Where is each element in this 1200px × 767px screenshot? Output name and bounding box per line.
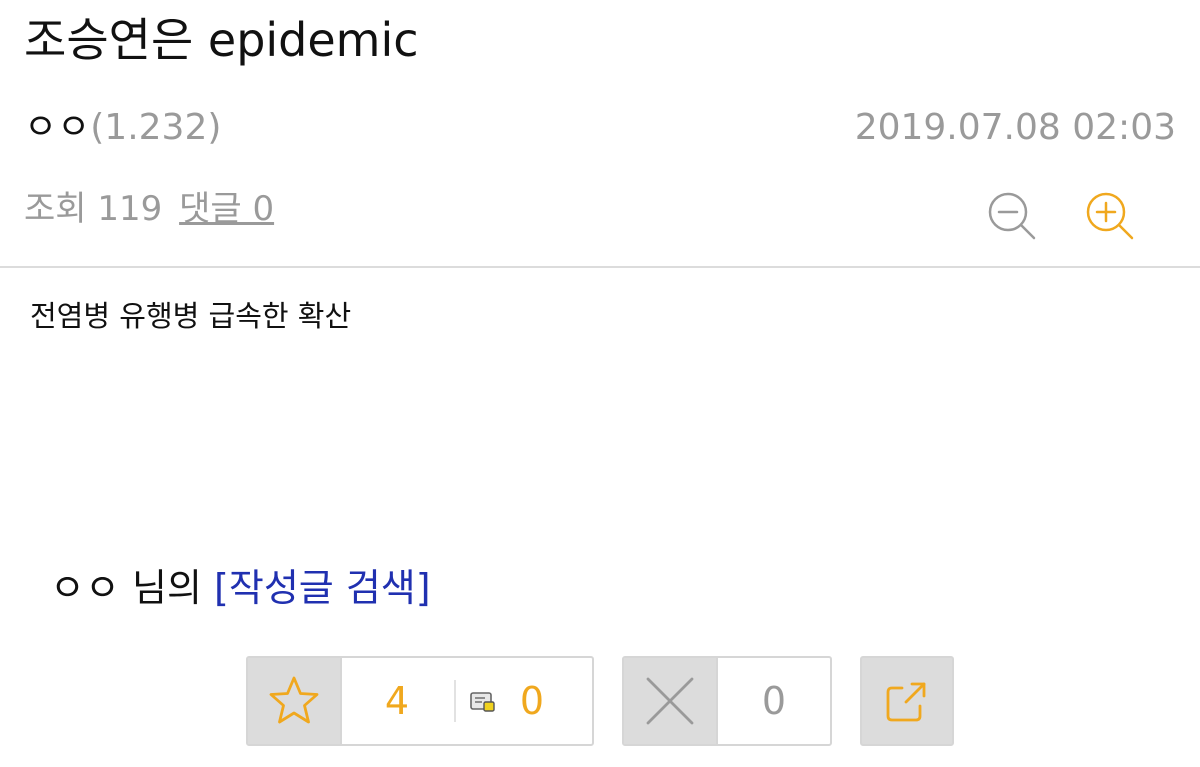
zoom-in-icon — [1086, 192, 1134, 240]
user-suffix: 님의 — [132, 566, 202, 610]
author-level: (1.232) — [90, 107, 222, 148]
oppose-button[interactable] — [624, 658, 718, 744]
post-content: 전염병 유행병 급속한 확산 — [30, 299, 352, 333]
post-stats: 조회 119 댓글 0 — [24, 186, 274, 232]
share-icon — [886, 682, 926, 722]
star-icon — [269, 676, 319, 724]
x-icon — [646, 677, 694, 725]
oppose-count: 0 — [761, 679, 787, 723]
scrap-count: 0 — [519, 679, 545, 723]
views-count: 조회 119 — [24, 189, 163, 229]
header-divider — [0, 266, 1200, 268]
author-name[interactable]: ㅇㅇ — [24, 107, 90, 148]
zoom-out-icon — [988, 192, 1036, 240]
recommend-count: 4 — [384, 679, 410, 723]
user-name: ㅇㅇ — [50, 566, 120, 610]
vote-separator — [454, 680, 456, 722]
recommend-box: 4 0 — [246, 656, 594, 746]
scrap-icon[interactable] — [470, 692, 496, 712]
post-title: 조승연은 epidemic — [24, 13, 419, 67]
search-posts-link[interactable]: [작성글 검색] — [214, 566, 431, 610]
author-info: ㅇㅇ(1.232) — [24, 104, 221, 152]
zoom-out-button[interactable] — [986, 190, 1038, 242]
zoom-in-button[interactable] — [1084, 190, 1136, 242]
comments-link[interactable]: 댓글 0 — [179, 189, 274, 229]
share-button[interactable] — [860, 656, 954, 746]
recommend-button[interactable] — [248, 658, 342, 744]
post-date: 2019.07.08 02:03 — [854, 107, 1176, 148]
oppose-box: 0 — [622, 656, 832, 746]
author-posts-line: ㅇㅇ 님의 [작성글 검색] — [50, 564, 431, 612]
